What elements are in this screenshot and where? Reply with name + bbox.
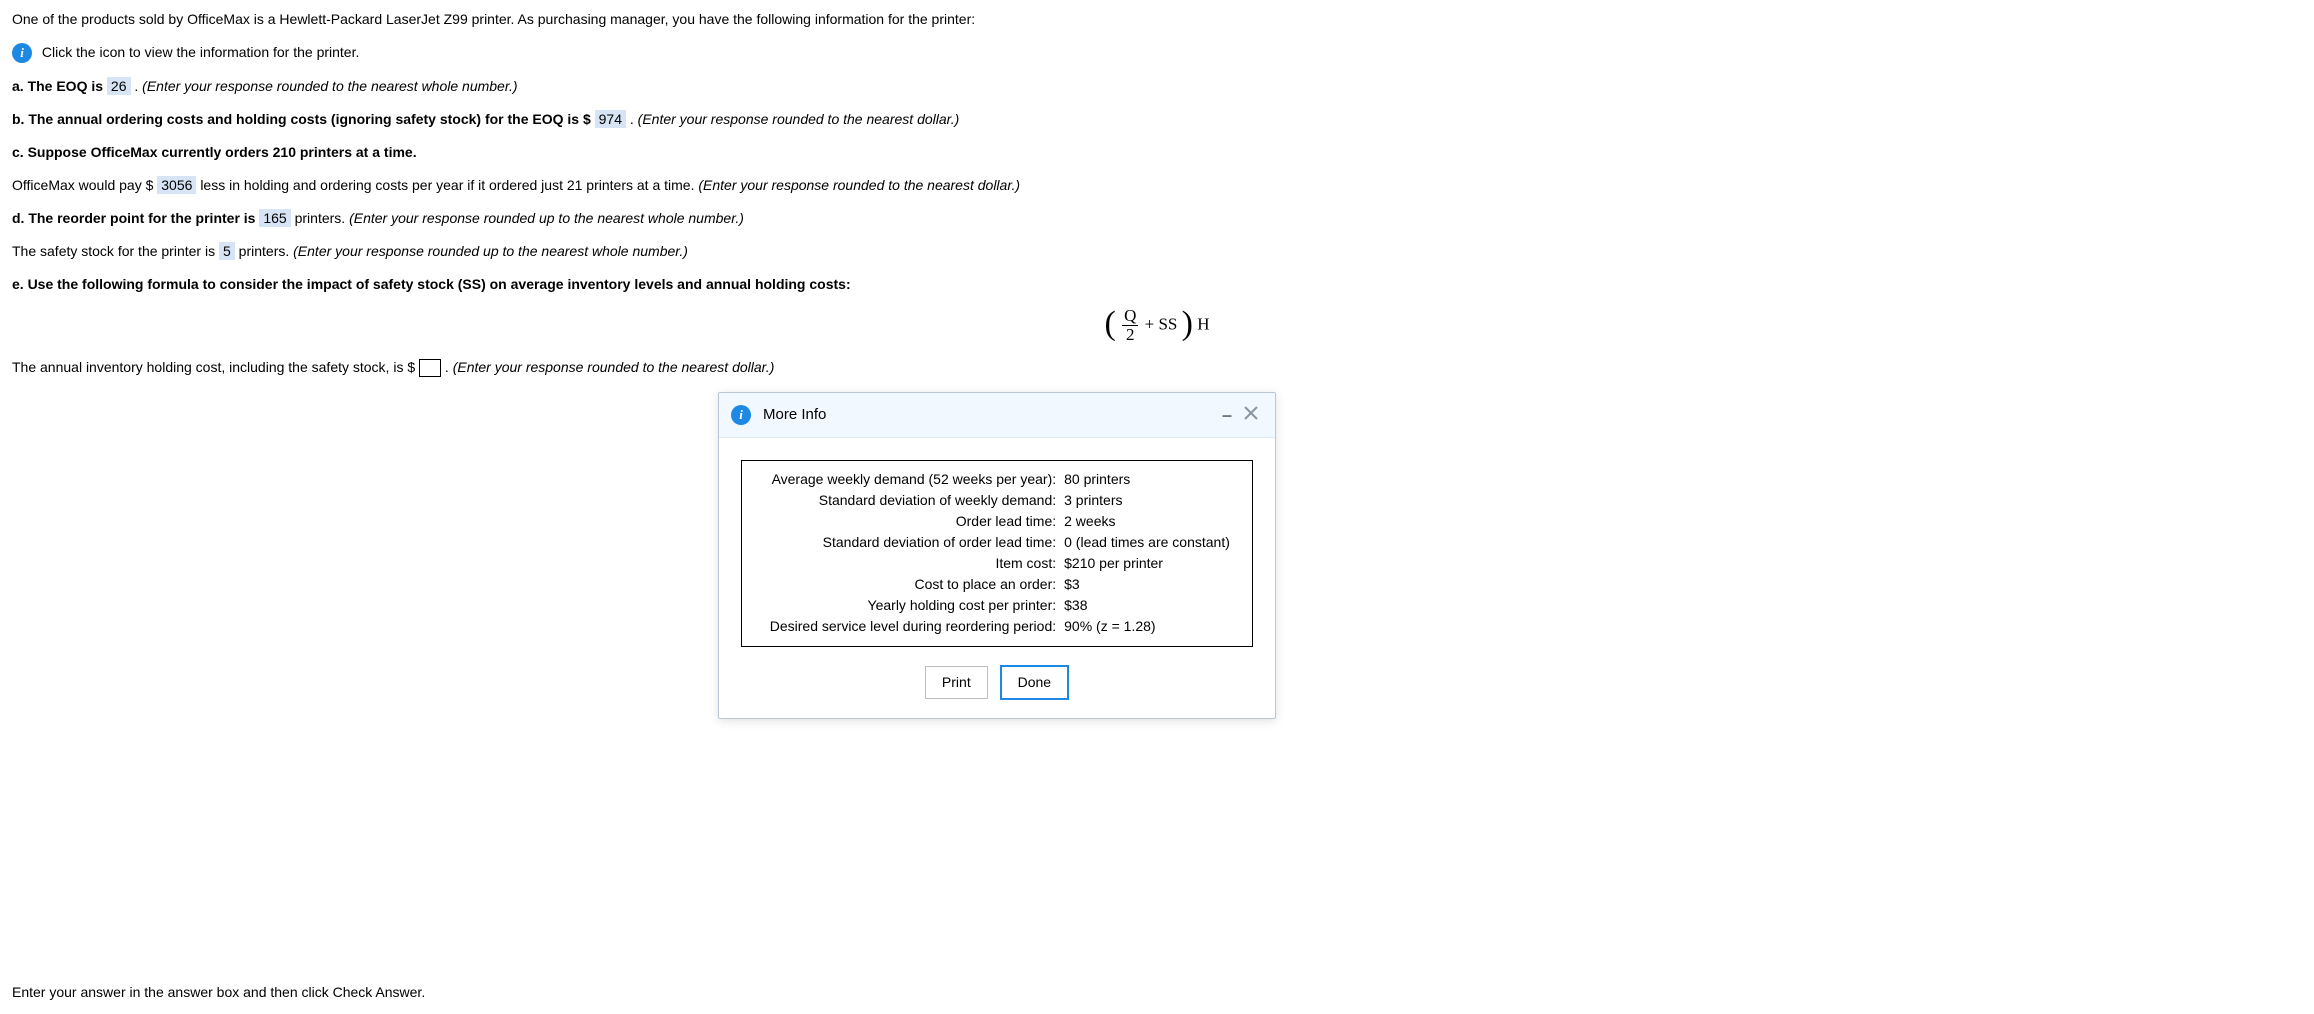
table-row: Order lead time:2 weeks: [752, 511, 1242, 532]
annual-hint: (Enter your response rounded to the near…: [453, 359, 775, 375]
table-row: Desired service level during reordering …: [752, 616, 1242, 637]
b-post: .: [630, 111, 638, 127]
info-label: Desired service level during reordering …: [752, 616, 1060, 637]
modal-header: i More Info –: [719, 393, 1275, 438]
info-label: Cost to place an order:: [752, 574, 1060, 595]
table-row: Yearly holding cost per printer:$38: [752, 595, 1242, 616]
formula-plus-ss: + SS: [1145, 315, 1178, 334]
click-icon-text: Click the icon to view the information f…: [42, 44, 359, 60]
info-value: 0 (lead times are constant): [1060, 532, 1242, 553]
table-row: Average weekly demand (52 weeks per year…: [752, 469, 1242, 490]
table-row: Standard deviation of weekly demand:3 pr…: [752, 490, 1242, 511]
info-value: 2 weeks: [1060, 511, 1242, 532]
info-value: $3: [1060, 574, 1242, 595]
b-hint: (Enter your response rounded to the near…: [638, 111, 960, 127]
safety-answer[interactable]: 5: [219, 242, 235, 260]
info-value: 90% (z = 1.28): [1060, 616, 1242, 637]
part-c-line2: OfficeMax would pay $ 3056 less in holdi…: [12, 176, 2302, 195]
info-label: Standard deviation of order lead time:: [752, 532, 1060, 553]
annual-holding-line: The annual inventory holding cost, inclu…: [12, 358, 2302, 377]
footer-instruction: Enter your answer in the answer box and …: [12, 983, 425, 1002]
part-b: b. The annual ordering costs and holding…: [12, 110, 2302, 129]
table-row: Standard deviation of order lead time:0 …: [752, 532, 1242, 553]
d-hint: (Enter your response rounded up to the n…: [349, 210, 744, 226]
annual-pre: The annual inventory holding cost, inclu…: [12, 359, 415, 375]
info-icon[interactable]: i: [12, 43, 32, 63]
modal-body: Average weekly demand (52 weeks per year…: [719, 438, 1275, 653]
a-hint: (Enter your response rounded to the near…: [142, 78, 517, 94]
safety-hint: (Enter your response rounded up to the n…: [293, 243, 688, 259]
safety-stock-line: The safety stock for the printer is 5 pr…: [12, 242, 2302, 261]
minimize-icon[interactable]: –: [1215, 403, 1239, 427]
formula: ( Q 2 + SS ) H: [12, 307, 2302, 344]
close-icon[interactable]: [1239, 405, 1263, 426]
modal-title: More Info: [763, 405, 1215, 425]
formula-num: Q: [1122, 307, 1138, 326]
part-a: a. The EOQ is 26 . (Enter your response …: [12, 77, 2302, 96]
a-pre: a. The EOQ is: [12, 78, 107, 94]
annual-answer-input[interactable]: [419, 359, 441, 377]
d-pre: d. The reorder point for the printer is: [12, 210, 259, 226]
modal-footer: Print Done: [719, 653, 1275, 718]
info-label: Average weekly demand (52 weeks per year…: [752, 469, 1060, 490]
printer-info-table: Average weekly demand (52 weeks per year…: [741, 460, 1253, 647]
info-value: $38: [1060, 595, 1242, 616]
formula-H: H: [1197, 315, 1209, 334]
info-value: $210 per printer: [1060, 553, 1242, 574]
table-row: Cost to place an order:$3: [752, 574, 1242, 595]
print-button[interactable]: Print: [925, 666, 988, 699]
b-answer[interactable]: 974: [595, 110, 626, 128]
info-icon-row: i Click the icon to view the information…: [12, 43, 2302, 63]
safety-post: printers.: [239, 243, 293, 259]
safety-pre: The safety stock for the printer is: [12, 243, 219, 259]
d-answer[interactable]: 165: [259, 209, 290, 227]
info-label: Item cost:: [752, 553, 1060, 574]
table-row: Item cost:$210 per printer: [752, 553, 1242, 574]
b-pre: b. The annual ordering costs and holding…: [12, 111, 595, 127]
a-answer[interactable]: 26: [107, 77, 131, 95]
formula-den: 2: [1122, 326, 1138, 344]
a-post: .: [134, 78, 142, 94]
info-label: Yearly holding cost per printer:: [752, 595, 1060, 616]
info-value: 80 printers: [1060, 469, 1242, 490]
c-answer[interactable]: 3056: [157, 176, 196, 194]
part-d: d. The reorder point for the printer is …: [12, 209, 2302, 228]
info-value: 3 printers: [1060, 490, 1242, 511]
c-hint: (Enter your response rounded to the near…: [698, 177, 1020, 193]
done-button[interactable]: Done: [1000, 665, 1069, 700]
intro-text: One of the products sold by OfficeMax is…: [12, 10, 2302, 29]
info-label: Order lead time:: [752, 511, 1060, 532]
info-icon: i: [731, 405, 751, 425]
part-e-line: e. Use the following formula to consider…: [12, 275, 2302, 294]
info-label: Standard deviation of weekly demand:: [752, 490, 1060, 511]
annual-post: .: [445, 359, 453, 375]
c-pre: OfficeMax would pay $: [12, 177, 157, 193]
part-c-line1: c. Suppose OfficeMax currently orders 21…: [12, 143, 2302, 162]
more-info-modal: i More Info – Average weekly demand (52 …: [718, 392, 1276, 719]
d-post: printers.: [295, 210, 349, 226]
c-post: less in holding and ordering costs per y…: [200, 177, 698, 193]
